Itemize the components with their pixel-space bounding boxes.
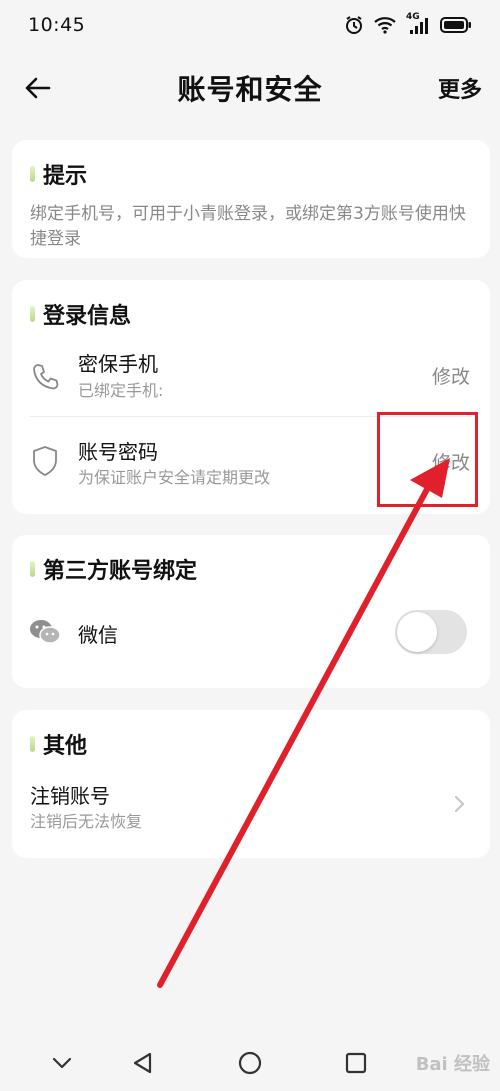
back-button[interactable] xyxy=(22,72,54,104)
account-password-subtitle: 为保证账户安全请定期更改 xyxy=(78,468,271,487)
secure-phone-subtitle: 已绑定手机: xyxy=(78,381,164,400)
wechat-toggle[interactable] xyxy=(395,610,467,654)
page-title: 账号和安全 xyxy=(177,73,323,106)
tip-text: 绑定手机号，可用于小青账登录，或绑定第3方账号使用快捷登录 xyxy=(30,204,466,249)
other-card-title: 其他 xyxy=(30,728,87,760)
recents-square-icon xyxy=(345,1052,367,1074)
third-party-title-text: 第三方账号绑定 xyxy=(43,559,198,584)
watermark: Bai 经验 xyxy=(415,1054,490,1075)
tip-card: 提示 绑定手机号，可用于小青账登录，或绑定第3方账号使用快捷登录 xyxy=(12,140,490,258)
cancel-account-row[interactable]: 注销账号 注销后无法恢复 xyxy=(12,776,490,840)
other-card: 其他 注销账号 注销后无法恢复 xyxy=(12,710,490,858)
secure-phone-title: 密保手机 xyxy=(78,352,158,376)
login-title-text: 登录信息 xyxy=(43,304,132,329)
annotation-highlight-box xyxy=(377,412,478,507)
wechat-row: 微信 xyxy=(12,605,490,661)
nav-collapse-button[interactable] xyxy=(46,1047,78,1079)
wechat-label: 微信 xyxy=(78,623,118,647)
secure-phone-row[interactable]: 密保手机 已绑定手机: 修改 xyxy=(12,340,490,414)
accent-bar xyxy=(30,561,35,577)
accent-bar xyxy=(30,166,35,182)
header: 账号和安全 更多 xyxy=(0,58,500,118)
accent-bar xyxy=(30,736,35,752)
toggle-knob xyxy=(397,612,437,652)
phone-icon xyxy=(28,360,62,394)
shield-icon xyxy=(28,444,62,478)
tip-card-title: 提示 xyxy=(30,158,87,190)
more-button[interactable]: 更多 xyxy=(438,72,482,104)
wifi-icon xyxy=(374,16,396,34)
nav-home-button[interactable] xyxy=(234,1047,266,1079)
status-time: 10:45 xyxy=(28,14,86,36)
login-card-title: 登录信息 xyxy=(30,298,131,330)
wechat-icon xyxy=(28,615,62,649)
chevron-down-icon xyxy=(52,1057,72,1069)
modify-phone-button[interactable]: 修改 xyxy=(432,362,470,389)
nav-back-button[interactable] xyxy=(126,1047,158,1079)
accent-bar xyxy=(30,306,35,322)
nav-recents-button[interactable] xyxy=(340,1047,372,1079)
third-party-card: 第三方账号绑定 微信 xyxy=(12,535,490,688)
alarm-icon xyxy=(344,15,364,35)
chevron-right-icon xyxy=(454,795,465,813)
battery-icon xyxy=(440,16,472,34)
account-password-title: 账号密码 xyxy=(78,440,158,464)
back-arrow-icon xyxy=(25,77,51,99)
signal-icon: 4G xyxy=(406,12,430,35)
cancel-account-subtitle: 注销后无法恢复 xyxy=(30,812,143,831)
tip-title-text: 提示 xyxy=(43,164,88,189)
back-triangle-icon xyxy=(133,1052,152,1074)
status-bar: 10:45 4G xyxy=(0,0,500,50)
home-circle-icon xyxy=(238,1051,262,1075)
other-title-text: 其他 xyxy=(43,734,88,759)
cancel-account-title: 注销账号 xyxy=(30,784,110,808)
status-icons: 4G xyxy=(344,12,472,35)
third-party-card-title: 第三方账号绑定 xyxy=(30,553,197,585)
